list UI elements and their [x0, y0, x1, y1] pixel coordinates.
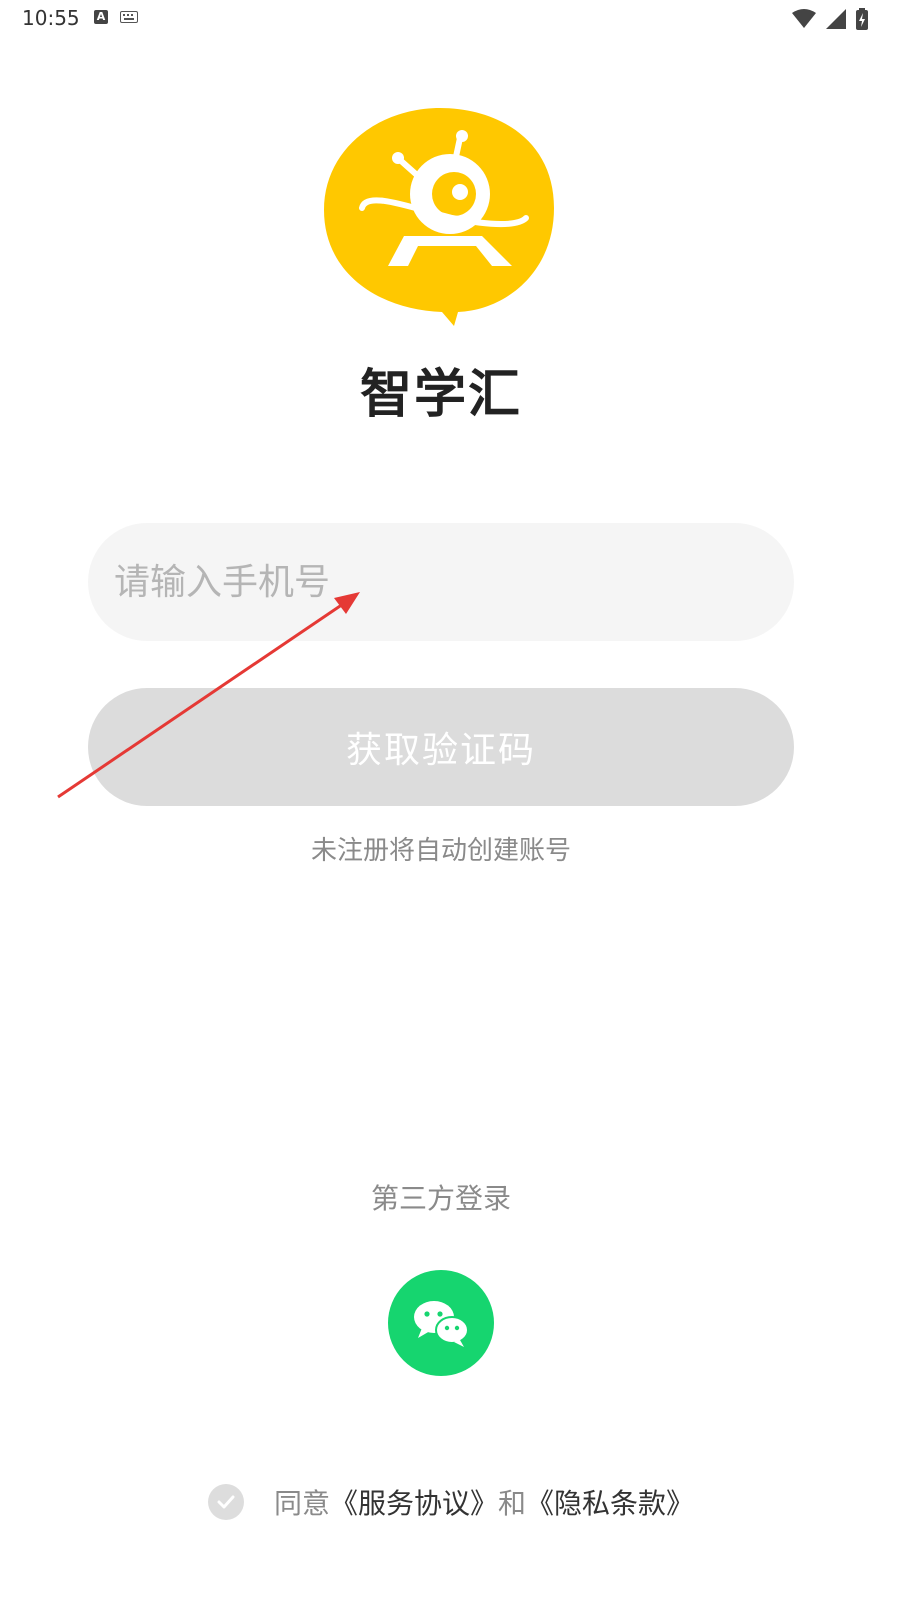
robot-logo-icon: [324, 108, 554, 326]
agreement-row: 同意 《服务协议》 和 《隐私条款》: [208, 1482, 694, 1522]
check-icon: [217, 1495, 235, 1509]
agree-checkbox[interactable]: [208, 1484, 244, 1520]
keyboard-icon: [120, 11, 138, 23]
get-verification-code-button[interactable]: 获取验证码: [88, 688, 794, 806]
agree-and-text: 和: [498, 1487, 527, 1520]
status-bar: 10:55 A: [0, 0, 900, 40]
wechat-login-button[interactable]: [388, 1270, 494, 1376]
service-agreement-link[interactable]: 《服务协议》: [330, 1482, 498, 1522]
a-notification-icon: A: [94, 10, 108, 24]
wechat-icon: [414, 1301, 469, 1347]
signal-icon: [826, 9, 846, 29]
auto-register-hint: 未注册将自动创建账号: [310, 836, 571, 866]
privacy-policy-link[interactable]: 《隐私条款》: [526, 1482, 694, 1522]
app-name: 智学汇: [359, 365, 522, 425]
agree-prefix-text: 同意: [274, 1487, 331, 1520]
phone-input-container: [88, 523, 794, 641]
battery-icon: [856, 8, 868, 30]
status-right-icons: [792, 8, 868, 30]
status-time: 10:55: [22, 6, 80, 30]
third-party-login-label: 第三方登录: [370, 1182, 511, 1215]
login-screen: 10:55 A 智学汇 请输入手机号 获取验证码 未注册将自动创建账号 第三方登…: [0, 0, 900, 1600]
phone-input[interactable]: [88, 523, 794, 641]
status-left-icons: A: [94, 10, 138, 24]
wifi-icon: [792, 9, 816, 28]
